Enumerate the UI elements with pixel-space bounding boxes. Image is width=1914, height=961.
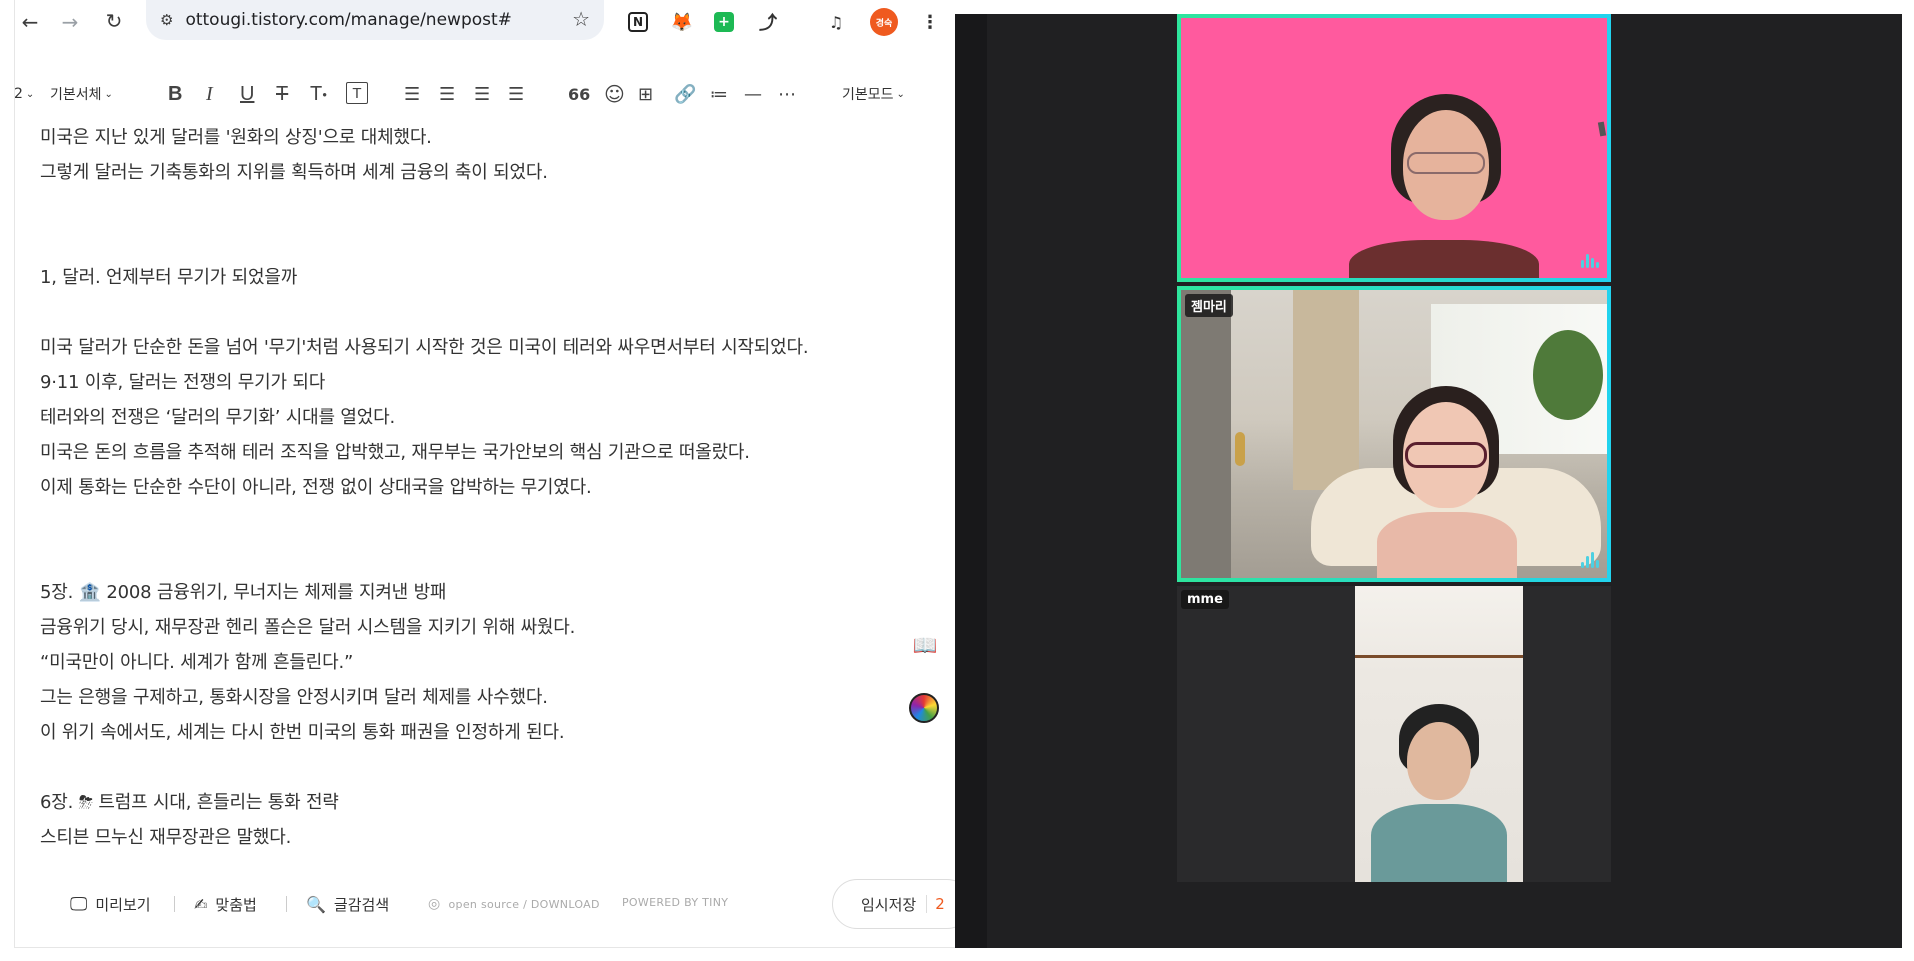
content-line: 그렇게 달러는 기축통화의 지위를 획득하며 세계 금융의 축이 되었다. — [40, 162, 548, 183]
video-tile-3[interactable]: mme — [1177, 586, 1611, 882]
sculpture — [1235, 432, 1245, 466]
opensource-link[interactable]: ◎ open source / DOWNLOAD — [428, 896, 600, 912]
video-tile-2[interactable]: 젬마리 — [1177, 286, 1611, 582]
heading-select[interactable]: 2 ⌄ — [14, 82, 34, 106]
monitor-icon: 🖵 — [70, 894, 88, 915]
list-icon[interactable]: ≔ — [710, 82, 728, 106]
strikethrough-button[interactable]: T — [276, 82, 288, 106]
font-select[interactable]: 기본서체 ⌄ — [50, 82, 113, 106]
material-search-button[interactable]: 🔍 글감검색 — [306, 894, 389, 915]
chevron-down-icon: ⌄ — [104, 88, 113, 100]
notion-icon[interactable]: N — [628, 12, 648, 32]
participant-name-tag: mme — [1181, 590, 1229, 609]
pillar — [1293, 290, 1359, 490]
link-icon[interactable]: 🔗 — [674, 82, 696, 106]
dark-object — [1609, 199, 1611, 229]
portrait-video — [1355, 586, 1523, 882]
emoji-icon[interactable]: ☺ — [604, 82, 625, 106]
url-text[interactable]: ottougi.tistory.com/manage/newpost# — [185, 10, 511, 30]
glasses — [1405, 442, 1487, 468]
content-line: 미국 달러가 단순한 돈을 넘어 '무기'처럼 사용되기 시작한 것은 미국이 … — [40, 337, 809, 358]
menu-kebab-icon[interactable]: ⋮ — [918, 10, 942, 34]
audio-level-icon — [1581, 552, 1599, 568]
align-center-icon[interactable]: ☰ — [439, 82, 455, 106]
content-line: 1, 달러. 언제부터 무기가 되었을까 — [40, 267, 298, 288]
call-side-bar — [955, 14, 987, 948]
more-icon[interactable]: ⋯ — [778, 82, 796, 106]
editor-footer: 🖵 미리보기 ✍ 맞춤법 🔍 글감검색 ◎ open source / DOWN… — [14, 870, 972, 936]
glasses — [1407, 152, 1485, 174]
puzzle-extension-icon[interactable]: ⤴ — [756, 10, 780, 34]
participant-name-tag: 젬마리 — [1185, 294, 1233, 317]
book-icon[interactable]: 📖 — [912, 632, 938, 658]
top-border — [955, 0, 1914, 14]
content-line: 5장. 🏦 2008 금융위기, 무너지는 체제를 지켜낸 방패 — [40, 582, 447, 603]
spellcheck-icon: ✍ — [194, 895, 208, 914]
content-line: 스티븐 므누신 재무장관은 말했다. — [40, 827, 292, 848]
text-color-button[interactable]: T ● — [310, 82, 327, 106]
site-settings-icon[interactable]: ⚙ — [160, 11, 173, 29]
left-wall — [1181, 290, 1231, 578]
italic-button[interactable]: I — [206, 82, 213, 106]
content-line: 이제 통화는 단순한 수단이 아니라, 전쟁 없이 상대국을 압박하는 무기였다… — [40, 477, 592, 498]
content-line: 그는 은행을 구제하고, 통화시장을 안정시키며 달러 체제를 사수했다. — [40, 687, 548, 708]
video-tile-1[interactable] — [1177, 14, 1611, 282]
door-frame — [1355, 586, 1523, 658]
search-doc-icon: 🔍 — [306, 895, 326, 914]
align-right-icon[interactable]: ☰ — [474, 82, 490, 106]
participant-body — [1377, 512, 1517, 578]
content-line: 이 위기 속에서도, 세계는 다시 한번 미국의 통화 패권을 인정하게 된다. — [40, 722, 565, 743]
metamask-icon[interactable]: 🦊 — [670, 10, 694, 34]
bold-button[interactable]: B — [168, 82, 182, 106]
powered-by-tiny[interactable]: POWERED BY TINY — [622, 896, 728, 909]
right-border — [1902, 0, 1914, 961]
chevron-down-icon: ⌄ — [25, 88, 35, 100]
divider — [286, 896, 287, 912]
text-background-button[interactable]: T — [346, 82, 368, 104]
bottom-border — [955, 948, 1914, 961]
spellcheck-button[interactable]: ✍ 맞춤법 — [194, 894, 257, 915]
align-justify-icon[interactable]: ☰ — [508, 82, 524, 106]
upload-extension-icon[interactable]: + — [714, 12, 734, 32]
quote-button[interactable]: 66 — [568, 82, 590, 106]
plant — [1533, 330, 1603, 420]
content-line: 미국은 돈의 흐름을 추적해 테러 조직을 압박했고, 재무부는 국가안보의 핵… — [40, 442, 750, 463]
media-control-icon[interactable]: ♫ — [824, 10, 848, 34]
editor-window: ← → ↻ ⚙ ottougi.tistory.com/manage/newpo… — [0, 0, 972, 961]
audio-level-icon — [1581, 254, 1599, 268]
underline-button[interactable]: U — [240, 82, 254, 106]
temp-save-count: 2 — [926, 895, 945, 913]
horizontal-rule-icon[interactable]: — — [744, 82, 762, 106]
chevron-down-icon: ⌄ — [896, 88, 905, 100]
address-bar[interactable]: ⚙ ottougi.tistory.com/manage/newpost# ☆ — [146, 0, 604, 40]
editor-content[interactable]: 미국은 지난 있게 달러를 '원화의 상징'으로 대체했다. 그렇게 달러는 기축… — [40, 128, 920, 858]
divider — [174, 896, 175, 912]
table-icon[interactable]: ⊞ — [638, 82, 653, 106]
pen-object — [1597, 121, 1607, 137]
participant-face — [1407, 722, 1471, 800]
reload-icon[interactable]: ↻ — [100, 7, 128, 35]
profile-avatar[interactable]: 경숙 — [870, 8, 898, 36]
content-line: “미국만이 아니다. 세계가 함께 흔들린다.” — [40, 652, 354, 673]
align-left-icon[interactable]: ☰ — [404, 82, 420, 106]
editor-toolbar: 2 ⌄ 기본서체 ⌄ B I U T T ● T ☰ ☰ ☰ ☰ 66 ☺ ⊞ 🔗 ≔… — [14, 72, 955, 116]
content-line: 9·11 이후, 달러는 전쟁의 무기가 되다 — [40, 372, 326, 393]
participant-body — [1349, 240, 1539, 278]
content-line: 6장. ⛈ 트럼프 시대, 흔들리는 통화 전략 — [40, 792, 339, 813]
temp-save-button[interactable]: 임시저장 2 — [832, 879, 972, 929]
content-line: 테러와의 전쟁은 ‘달러의 무기화’ 시대를 열었다. — [40, 407, 396, 428]
assistant-avatar[interactable] — [909, 693, 939, 723]
back-icon[interactable]: ← — [16, 8, 44, 36]
participant-body — [1371, 804, 1507, 882]
preview-button[interactable]: 🖵 미리보기 — [70, 894, 151, 915]
bookmark-star-icon[interactable]: ☆ — [572, 7, 590, 31]
forward-icon[interactable]: → — [56, 8, 84, 36]
content-line: 금융위기 당시, 재무장관 헨리 폴슨은 달러 시스템을 지키기 위해 싸웠다. — [40, 617, 576, 638]
mode-select[interactable]: 기본모드 ⌄ — [842, 82, 905, 106]
content-line: 미국은 지난 있게 달러를 '원화의 상징'으로 대체했다. — [40, 128, 432, 148]
color-dot-icon: ● — [322, 89, 328, 99]
video-call-window: 젬마리 mme — [955, 0, 1914, 961]
browser-toolbar: ← → ↻ ⚙ ottougi.tistory.com/manage/newpo… — [14, 0, 955, 48]
opensource-icon: ◎ — [428, 896, 441, 912]
